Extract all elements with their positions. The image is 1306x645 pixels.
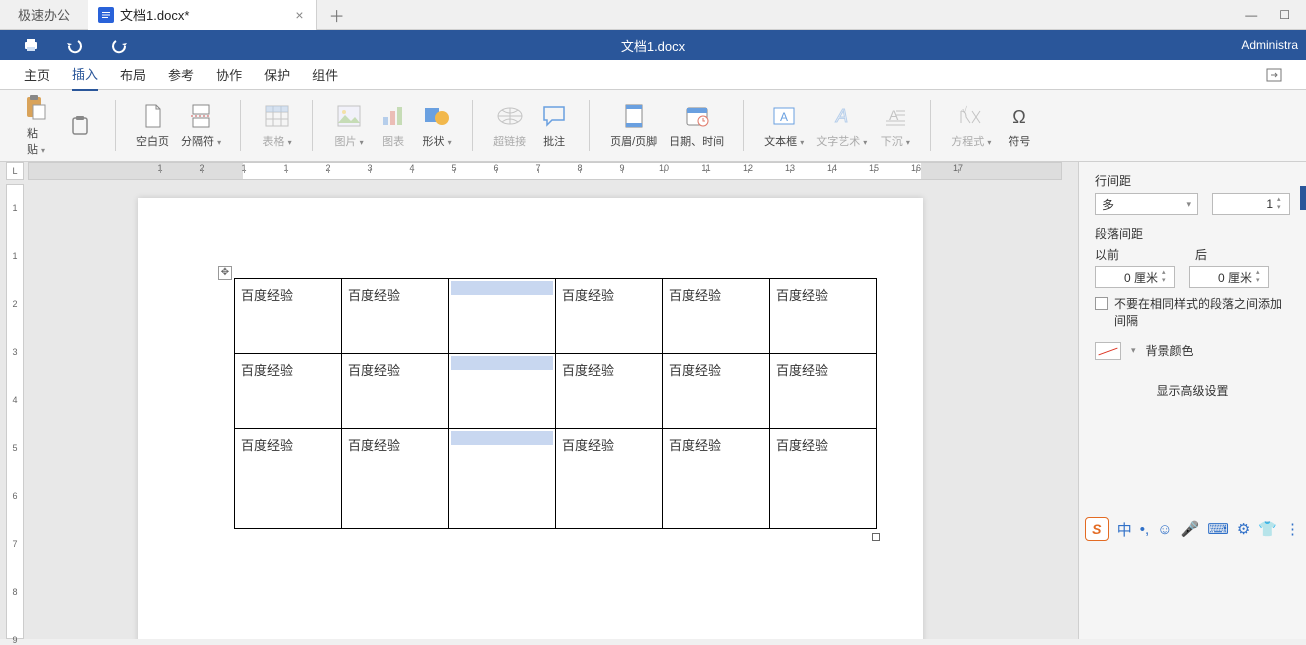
undo-icon[interactable] [66,36,84,54]
ime-more-icon[interactable]: ⋮ [1285,520,1300,538]
table-cell[interactable]: 百度经验 [556,429,663,529]
table-cell[interactable]: 百度经验 [663,429,770,529]
page[interactable]: ✥ 百度经验百度经验百度经验百度经验百度经验百度经验百度经验百度经验百度经验百度… [138,198,923,639]
chart-button[interactable]: 图表 [371,99,415,153]
paragraph-panel: 行间距 多▾ 1 ▴▾ 段落间距 以前 后 0 厘米▴▾ 0 厘米▴▾ [1078,162,1306,639]
ime-emoji-icon[interactable]: ☺ [1157,521,1172,538]
equation-button[interactable]: √ 方程式 ▾ [945,99,997,153]
table-cell[interactable] [449,354,556,429]
table-move-handle[interactable]: ✥ [218,266,232,280]
vertical-ruler[interactable]: 1123456789 [6,184,24,639]
document-table[interactable]: 百度经验百度经验百度经验百度经验百度经验百度经验百度经验百度经验百度经验百度经验… [234,278,877,529]
svg-text:Ω: Ω [1013,107,1026,127]
clipboard-button[interactable] [58,109,102,143]
tab-title: 文档1.docx* [120,5,189,24]
table-cell[interactable]: 百度经验 [235,279,342,354]
before-label: 以前 [1095,246,1181,263]
table-cell[interactable]: 百度经验 [235,354,342,429]
ribbon-body: 粘贴 ▾ 空白页 分隔符 ▾ 表格 ▾ 图片 ▾ 图表 [0,90,1306,162]
wordart-button[interactable]: A 文字艺术 ▾ [810,99,873,153]
after-label: 后 [1195,246,1207,263]
tab-reference[interactable]: 参考 [168,59,194,90]
collapse-ribbon-icon[interactable] [1266,68,1282,82]
ruler-corner[interactable]: L [6,162,24,180]
table-button[interactable]: 表格 ▾ [255,99,299,153]
new-tab-button[interactable]: ＋ [317,3,357,27]
ime-toolbar: S 中 •, ☺ 🎤 ⌨ ⚙ 👕 ⋮ [1085,517,1300,541]
datetime-button[interactable]: 日期、时间 [663,99,730,153]
app-top-bar: 极速办公 文档1.docx* × ＋ — ☐ [0,0,1306,30]
svg-text:√: √ [962,105,967,115]
tab-home[interactable]: 主页 [24,59,50,90]
tab-collab[interactable]: 协作 [216,59,242,90]
ime-skin-icon[interactable]: 👕 [1258,520,1277,538]
table-cell[interactable]: 百度经验 [342,429,449,529]
user-label: Administra [1241,38,1306,52]
space-before-input[interactable]: 0 厘米▴▾ [1095,266,1175,288]
dropcap-button[interactable]: A 下沉 ▾ [873,99,917,153]
ime-lang[interactable]: 中 [1117,519,1132,540]
svg-text:A: A [835,106,848,126]
symbol-button[interactable]: Ω 符号 [997,99,1041,153]
space-after-input[interactable]: 0 厘米▴▾ [1189,266,1269,288]
sogou-icon[interactable]: S [1085,517,1109,541]
svg-text:A: A [780,110,788,124]
horizontal-ruler[interactable]: 1211234567891011121314151617 [28,162,1062,180]
table-cell[interactable]: 百度经验 [235,429,342,529]
title-bar: 文档1.docx Administra [0,30,1306,60]
table-resize-handle[interactable] [872,533,880,541]
table-cell[interactable] [449,429,556,529]
ime-mic-icon[interactable]: 🎤 [1181,520,1200,538]
table-cell[interactable]: 百度经验 [770,429,877,529]
advanced-settings-link[interactable]: 显示高级设置 [1095,382,1290,399]
shape-button[interactable]: 形状 ▾ [415,99,459,153]
table-cell[interactable]: 百度经验 [770,279,877,354]
paraspacing-label: 段落间距 [1095,225,1290,242]
editor-area: L 1211234567891011121314151617 112345678… [0,162,1078,639]
maximize-icon[interactable]: ☐ [1279,8,1290,22]
panel-indicator [1300,186,1306,210]
no-space-checkbox[interactable] [1095,297,1108,310]
table-cell[interactable]: 百度经验 [342,279,449,354]
minimize-icon[interactable]: — [1245,8,1257,22]
print-icon[interactable] [22,36,40,54]
window-title: 文档1.docx [621,36,685,55]
app-name: 极速办公 [0,5,88,24]
close-tab-icon[interactable]: × [291,7,307,23]
ime-punct[interactable]: •, [1140,521,1149,538]
page-scroll[interactable]: ✥ 百度经验百度经验百度经验百度经验百度经验百度经验百度经验百度经验百度经验百度… [28,184,1062,639]
paste-button[interactable]: 粘贴 ▾ [14,91,58,161]
linespacing-value-input[interactable]: 1 ▴▾ [1212,193,1290,215]
redo-icon[interactable] [110,36,128,54]
tab-layout[interactable]: 布局 [120,59,146,90]
document-tab[interactable]: 文档1.docx* × [88,0,317,30]
tab-addin[interactable]: 组件 [312,59,338,90]
table-cell[interactable]: 百度经验 [770,354,877,429]
blank-page-button[interactable]: 空白页 [130,99,175,153]
ribbon-tabs: 主页 插入 布局 参考 协作 保护 组件 [0,60,1306,90]
linespacing-mode-select[interactable]: 多▾ [1095,193,1198,215]
ime-settings-icon[interactable]: ⚙ [1237,520,1250,538]
table-cell[interactable]: 百度经验 [663,279,770,354]
table-cell[interactable]: 百度经验 [342,354,449,429]
comment-button[interactable]: 批注 [532,99,576,153]
textbox-button[interactable]: A 文本框 ▾ [758,99,810,153]
table-cell[interactable] [449,279,556,354]
no-space-label: 不要在相同样式的段落之间添加间隔 [1114,296,1290,330]
bgcolor-label: 背景颜色 [1146,342,1194,359]
tab-insert[interactable]: 插入 [72,58,98,91]
window-controls: — ☐ [1245,8,1306,22]
bgcolor-swatch[interactable] [1095,342,1121,360]
linespacing-label: 行间距 [1095,172,1290,189]
break-button[interactable]: 分隔符 ▾ [175,99,227,153]
header-footer-button[interactable]: 页眉/页脚 [604,99,663,153]
picture-button[interactable]: 图片 ▾ [327,99,371,153]
tab-protect[interactable]: 保护 [264,59,290,90]
table-cell[interactable]: 百度经验 [663,354,770,429]
table-cell[interactable]: 百度经验 [556,354,663,429]
doc-icon [98,7,114,23]
hyperlink-button[interactable]: 超链接 [487,99,532,153]
table-cell[interactable]: 百度经验 [556,279,663,354]
ime-keyboard-icon[interactable]: ⌨ [1207,520,1229,538]
